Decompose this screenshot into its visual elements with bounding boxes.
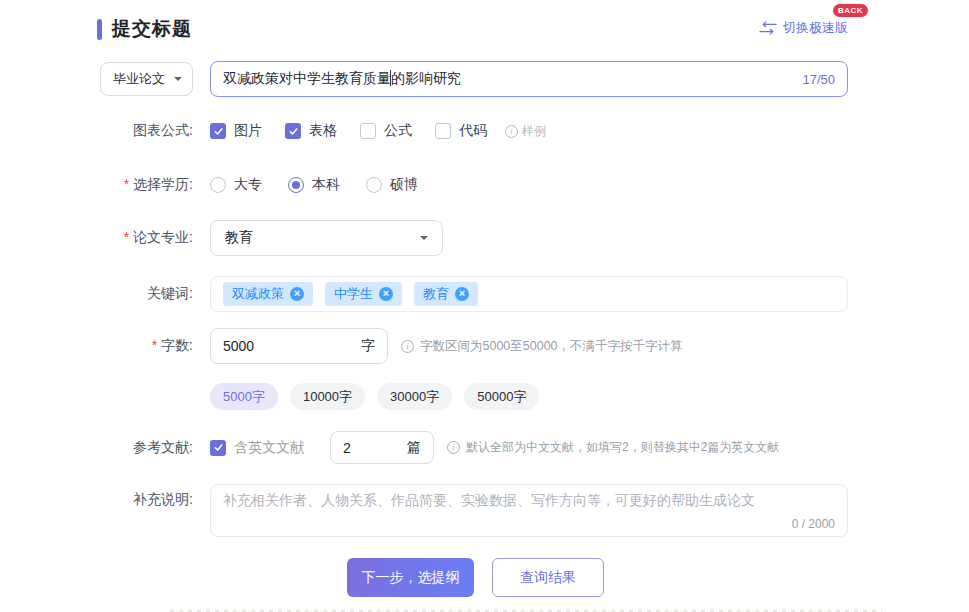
english-reference-unit: 篇 [407,439,421,457]
word-count-presets: 5000字 10000字 30000字 50000字 [100,383,551,410]
degree-label: *选择学历: [100,176,193,194]
checkbox-checked-icon [285,123,301,139]
switch-fast-version-link[interactable]: 切换极速版 BACK [759,19,848,37]
next-step-button[interactable]: 下一步，选提纲 [347,558,474,597]
preset-10000[interactable]: 10000字 [290,383,365,410]
word-count-input[interactable]: 5000 字 [210,328,388,364]
paper-type-select[interactable]: 毕业论文 [100,62,193,96]
title-accent-bar [97,19,102,40]
chart-option-formula[interactable]: 公式 [360,122,412,140]
major-select[interactable]: 教育 [210,220,443,256]
english-reference-checkbox[interactable] [210,440,226,456]
chart-option-formula-label: 公式 [384,122,412,140]
submit-title-page: 提交标题 切换极速版 BACK 毕业论文 双减政策对中学生教育质量的影响研究 1… [0,0,969,612]
chart-formula-row: 图表公式: 图片 表格 公式 代码 i 样例 [100,122,546,140]
preset-30000[interactable]: 30000字 [377,383,452,410]
degree-option-benke-label: 本科 [312,176,340,194]
keyword-tag-label: 教育 [423,285,449,303]
english-reference-count-value: 2 [343,440,351,456]
notes-label: 补充说明: [100,484,193,509]
chart-option-code-label: 代码 [459,122,487,140]
keyword-tag: 双减政策 × [223,282,313,306]
chart-option-table-label: 表格 [309,122,337,140]
info-icon: i [505,125,518,138]
degree-option-dazhuan-label: 大专 [234,176,262,194]
remove-tag-icon[interactable]: × [290,287,304,301]
radio-selected-icon [288,177,304,193]
notes-placeholder: 补充相关作者、人物关系、作品简要、实验数据、写作方向等，可更好的帮助生成论文 [223,492,835,510]
page-title: 提交标题 [112,16,192,42]
page-header: 提交标题 [97,16,192,42]
reference-hint-text: 默认全部为中文文献，如填写2，则替换其中2篇为英文文献 [466,439,779,456]
degree-row: *选择学历: 大专 本科 硕博 [100,176,444,194]
keyword-tag: 中学生 × [325,282,402,306]
keyword-tag: 教育 × [414,282,478,306]
remove-tag-icon[interactable]: × [379,287,393,301]
notes-textarea[interactable]: 补充相关作者、人物关系、作品简要、实验数据、写作方向等，可更好的帮助生成论文 0… [210,484,848,537]
major-row: *论文专业: 教育 [100,220,443,256]
swap-icon [759,21,777,35]
required-asterisk: * [124,176,129,192]
chevron-down-icon [420,236,428,244]
word-count-hint: i 字数区间为5000至50000，不满千字按千字计算 [401,338,683,355]
chart-option-table[interactable]: 表格 [285,122,337,140]
keywords-row: 关键词: 双减政策 × 中学生 × 教育 × [100,276,848,312]
chart-option-image-label: 图片 [234,122,262,140]
info-icon: i [447,441,460,454]
preset-5000[interactable]: 5000字 [210,383,278,410]
thesis-title-input[interactable]: 双减政策对中学生教育质量的影响研究 17/50 [210,61,848,97]
keywords-label: 关键词: [100,285,193,303]
word-count-value: 5000 [223,338,254,354]
title-char-counter: 17/50 [802,72,835,87]
chevron-down-icon [174,77,182,85]
english-reference-label: 含英文文献 [234,439,304,457]
degree-option-shuobo-label: 硕博 [390,176,418,194]
footer-buttons: 下一步，选提纲 查询结果 [347,558,604,597]
info-icon: i [401,340,414,353]
checkbox-checked-icon [210,123,226,139]
word-count-row: *字数: 5000 字 i 字数区间为5000至50000，不满千字按千字计算 [100,328,683,364]
english-reference-count-input[interactable]: 2 篇 [330,431,434,464]
keyword-tag-label: 中学生 [334,285,373,303]
preset-50000[interactable]: 50000字 [464,383,539,410]
required-asterisk: * [152,337,157,353]
checkbox-unchecked-icon [360,123,376,139]
paper-type-value: 毕业论文 [113,70,165,88]
notes-char-counter: 0 / 2000 [792,517,835,531]
required-asterisk: * [124,229,129,245]
keywords-input[interactable]: 双减政策 × 中学生 × 教育 × [210,276,848,312]
radio-unselected-icon [210,177,226,193]
degree-option-benke[interactable]: 本科 [288,176,340,194]
remove-tag-icon[interactable]: × [455,287,469,301]
thesis-title-value: 双减政策对中学生教育质量的影响研究 [223,70,461,88]
radio-unselected-icon [366,177,382,193]
word-count-unit: 字 [361,337,375,355]
checkbox-unchecked-icon [435,123,451,139]
sample-link[interactable]: i 样例 [505,123,546,140]
word-count-hint-text: 字数区间为5000至50000，不满千字按千字计算 [420,338,683,355]
degree-option-shuobo[interactable]: 硕博 [366,176,418,194]
sample-label: 样例 [522,123,546,140]
query-result-button[interactable]: 查询结果 [492,558,604,597]
major-label: *论文专业: [100,229,193,247]
word-count-label: *字数: [100,337,193,355]
reference-label: 参考文献: [100,439,193,457]
title-row: 毕业论文 双减政策对中学生教育质量的影响研究 17/50 [100,61,848,97]
degree-option-dazhuan[interactable]: 大专 [210,176,262,194]
chart-formula-label: 图表公式: [100,122,193,140]
reference-row: 参考文献: 含英文文献 2 篇 i 默认全部为中文文献，如填写2，则替换其中2篇… [100,431,779,464]
chart-option-code[interactable]: 代码 [435,122,487,140]
switch-fast-version-label: 切换极速版 [783,19,848,37]
back-badge[interactable]: BACK [833,4,868,17]
chart-option-image[interactable]: 图片 [210,122,262,140]
major-select-value: 教育 [225,229,253,247]
notes-row: 补充说明: 补充相关作者、人物关系、作品简要、实验数据、写作方向等，可更好的帮助… [100,484,848,537]
keyword-tag-label: 双减政策 [232,285,284,303]
reference-hint: i 默认全部为中文文献，如填写2，则替换其中2篇为英文文献 [447,439,779,456]
